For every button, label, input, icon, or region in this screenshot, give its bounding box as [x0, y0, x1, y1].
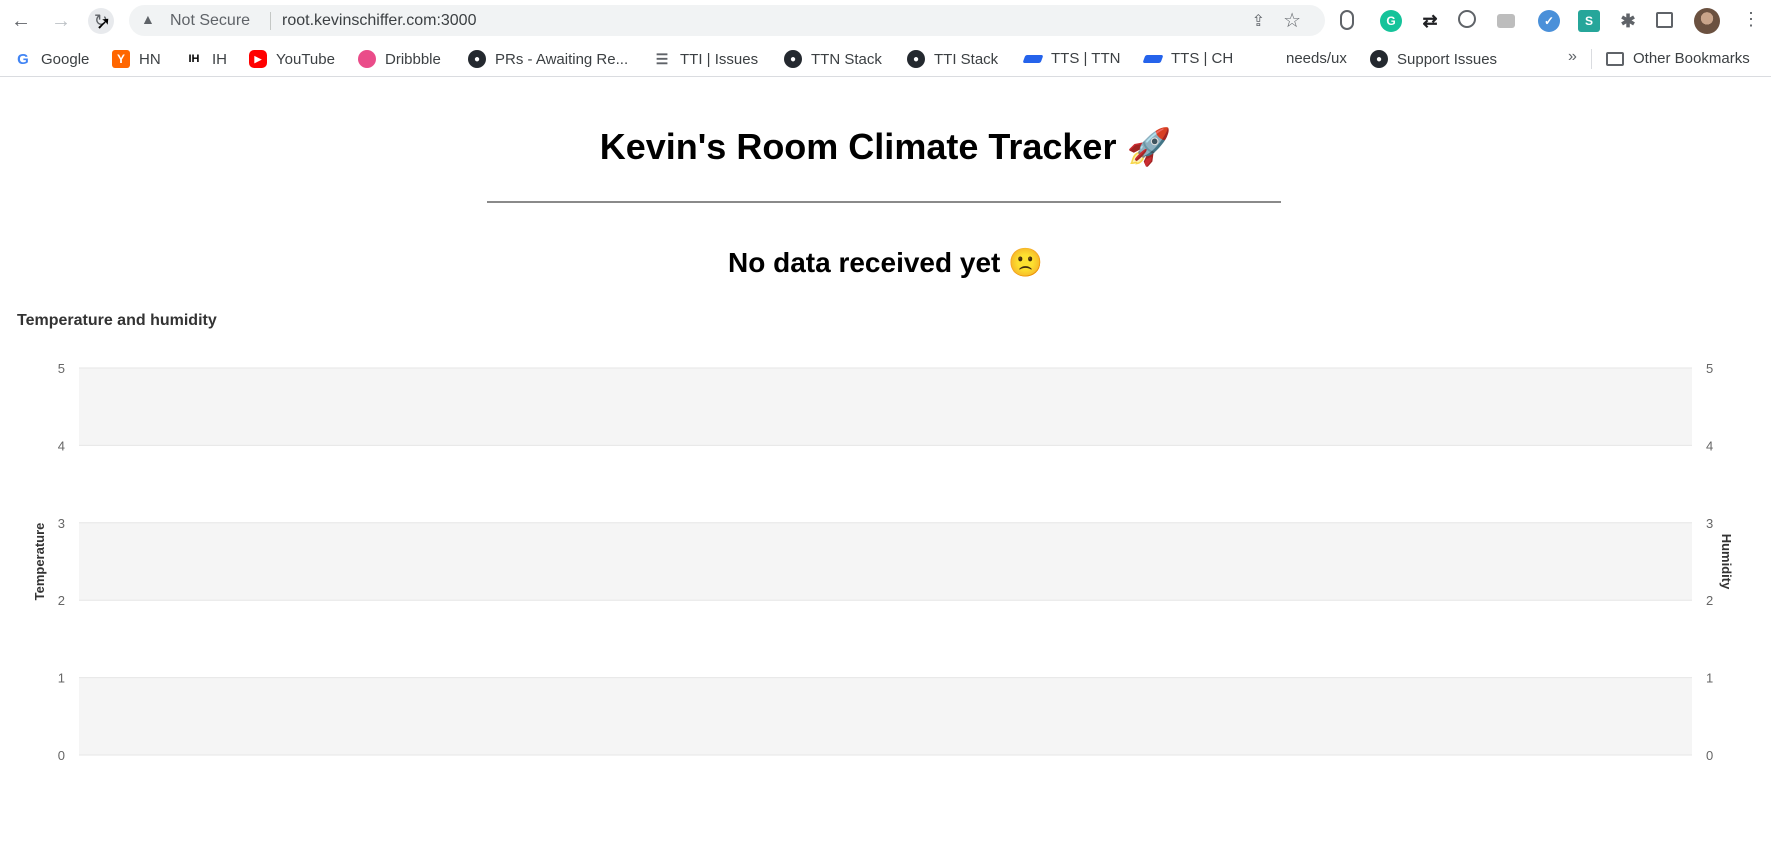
grid-band	[79, 677, 1692, 755]
grid-band	[79, 522, 1692, 601]
other-bookmarks-label: Other Bookmarks	[1633, 50, 1750, 67]
bookmark-label: Support Issues	[1397, 50, 1498, 68]
bookmark-label: TTI Stack	[934, 50, 999, 68]
browser-menu-icon[interactable]: ⋮	[1742, 9, 1760, 30]
bookmark-youtube[interactable]: ▶ YouTube	[249, 50, 335, 68]
folder-icon	[1606, 51, 1624, 66]
y-tick-label: 1	[58, 671, 65, 686]
bookmark-label: TTS | TTN	[1051, 50, 1121, 67]
y2-axis-label: Humidity	[1719, 534, 1734, 590]
extension-mouse-icon[interactable]	[1340, 10, 1354, 30]
bookmark-label: TTN Stack	[811, 50, 882, 68]
bookmark-ih[interactable]: IH IH	[185, 50, 228, 68]
bookmark-ttn-stack[interactable]: ● TTN Stack	[784, 50, 882, 68]
bookmarks-bar: G Google Y HN IH IH ▶ YouTube Dribbble ●…	[0, 42, 1771, 77]
bookmark-label: PRs - Awaiting Re...	[495, 50, 629, 68]
bookmark-tts-ch[interactable]: TTS | CH	[1142, 50, 1234, 67]
extensions-puzzle-icon[interactable]: ✱	[1617, 10, 1639, 32]
y2-tick-label: 4	[1706, 438, 1713, 453]
bookmark-label: Dribbble	[385, 50, 441, 68]
bookmark-label: YouTube	[276, 50, 335, 68]
y-tick-label: 3	[58, 516, 65, 531]
indie-hackers-icon: IH	[188, 53, 200, 65]
side-panel-icon[interactable]	[1656, 12, 1673, 28]
y2-tick-label: 5	[1706, 361, 1713, 376]
y-tick-label: 2	[58, 593, 65, 608]
github-icon: ●	[1370, 50, 1388, 68]
forward-arrow-icon[interactable]: →	[48, 8, 74, 34]
other-bookmarks[interactable]: Other Bookmarks	[1606, 50, 1750, 67]
youtube-icon: ▶	[249, 50, 267, 68]
google-icon: G	[17, 50, 29, 68]
bookmark-label: Google	[41, 50, 90, 68]
back-arrow-icon[interactable]: ←	[8, 8, 34, 34]
warning-icon[interactable]: ▲	[141, 11, 155, 27]
bookmark-tti-stack[interactable]: ● TTI Stack	[907, 50, 998, 68]
github-icon: ●	[784, 50, 802, 68]
y2-tick-label: 0	[1706, 748, 1713, 763]
timer-extension-icon[interactable]	[1458, 10, 1476, 28]
bookmark-label: IH	[212, 50, 227, 68]
bookmark-label: TTS | CH	[1171, 50, 1234, 67]
bookmark-label: needs/ux	[1286, 50, 1347, 67]
bookmark-support-issues[interactable]: ● Support Issues	[1370, 50, 1497, 68]
status-message: No data received yet 🙁	[728, 247, 1043, 278]
bookmarks-divider	[1591, 49, 1592, 69]
s-extension-icon[interactable]: S	[1578, 10, 1600, 32]
bookmark-prs-awaiting[interactable]: ● PRs - Awaiting Re...	[468, 50, 628, 68]
y-axis-label: Temperature	[32, 523, 47, 601]
grid-band	[79, 368, 1692, 446]
not-secure-label[interactable]: Not Secure	[170, 12, 250, 30]
bookmark-tti-issues[interactable]: ☰ TTI | Issues	[653, 50, 758, 68]
chart-title: Temperature and humidity	[17, 312, 217, 329]
screen-extension-icon[interactable]	[1497, 14, 1515, 28]
address-bar[interactable]: ▲ Not Secure root.kevinschiffer.com:3000…	[129, 5, 1325, 36]
bookmark-needs-ux[interactable]: needs/ux	[1286, 50, 1347, 67]
more-bookmarks-chevron[interactable]: »	[1568, 48, 1577, 66]
github-icon: ●	[468, 50, 486, 68]
y-tick-label: 5	[58, 361, 65, 376]
bookmark-google[interactable]: G Google	[14, 50, 89, 68]
bookmark-label: HN	[139, 50, 161, 68]
issues-icon: ☰	[655, 50, 669, 67]
page-title: Kevin's Room Climate Tracker 🚀	[599, 126, 1172, 167]
bookmark-tts-ttn[interactable]: TTS | TTN	[1022, 50, 1121, 67]
github-icon: ●	[907, 50, 925, 68]
y-tick-label: 0	[58, 748, 65, 763]
compass-extension-icon[interactable]: ✓	[1538, 10, 1560, 32]
profile-avatar[interactable]	[1694, 8, 1720, 34]
y2-tick-label: 1	[1706, 671, 1713, 686]
bookmark-hn[interactable]: Y HN	[112, 50, 161, 68]
bookmark-star-icon[interactable]: ☆	[1283, 8, 1301, 33]
bookmark-label: TTI | Issues	[680, 50, 759, 68]
temperature-humidity-chart: 0 1 2 3 4 5 0 1 2 3 4 5 Temperature Humidity	[32, 361, 1734, 763]
grammarly-extension-icon[interactable]: G	[1380, 10, 1402, 32]
y2-tick-label: 3	[1706, 516, 1713, 531]
tts-icon	[1142, 54, 1164, 63]
hacker-news-icon: Y	[112, 50, 130, 68]
y2-tick-label: 2	[1706, 593, 1713, 608]
bookmark-dribbble[interactable]: Dribbble	[358, 50, 441, 68]
tts-icon	[1022, 54, 1044, 63]
mouse-cursor-icon: ➚	[96, 13, 112, 33]
address-separator	[270, 12, 271, 30]
dribbble-icon	[358, 50, 376, 68]
y-tick-label: 4	[58, 438, 65, 453]
url-text[interactable]: root.kevinschiffer.com:3000	[282, 12, 476, 30]
sync-extension-icon[interactable]: ⇄	[1419, 10, 1441, 32]
share-icon[interactable]: ⇪	[1252, 11, 1265, 31]
browser-toolbar: ← → ↻ ▲ Not Secure root.kevinschiffer.co…	[0, 0, 1771, 42]
title-divider	[487, 201, 1281, 203]
